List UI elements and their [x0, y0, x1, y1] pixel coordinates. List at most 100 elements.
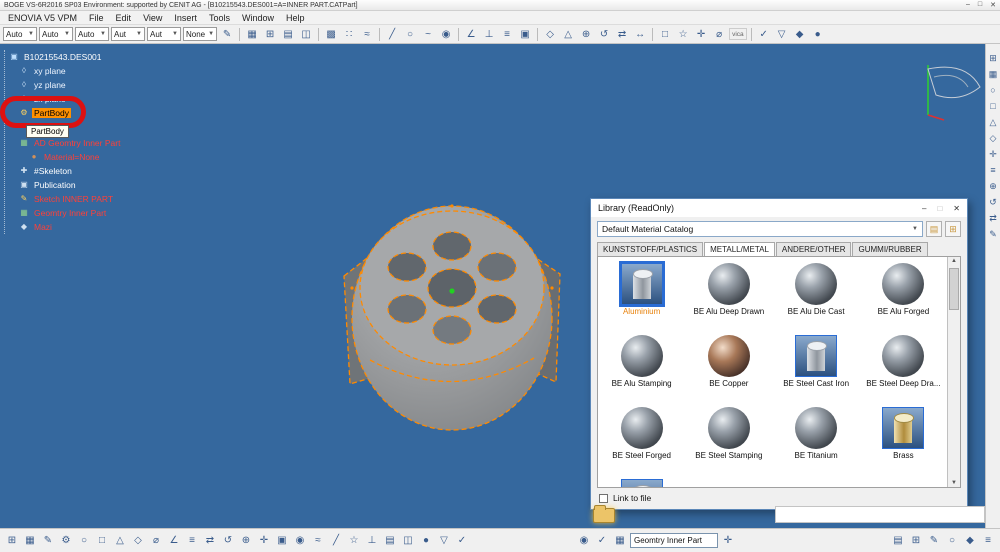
statusbar-icon[interactable]: ◆ [962, 533, 978, 549]
toolbar-icon[interactable]: ~ [420, 26, 436, 42]
statusbar-icon[interactable]: ✛ [256, 533, 272, 549]
tab[interactable]: METALL/METAL [704, 242, 775, 256]
menu-item[interactable]: View [137, 13, 168, 23]
menu-item[interactable]: Window [236, 13, 280, 23]
menu-item[interactable]: Edit [110, 13, 138, 23]
dialog-maximize-button[interactable]: □ [937, 204, 942, 213]
tree-item[interactable]: ◆ Mazi [19, 220, 122, 234]
toolbar-icon[interactable]: | [239, 27, 241, 41]
toolbar-icon[interactable]: ▤ [280, 26, 296, 42]
toolbar-icon[interactable]: ✛ [989, 150, 997, 159]
tab[interactable]: GUMMI/RUBBER [852, 242, 928, 256]
statusbar-icon[interactable]: ⊥ [364, 533, 380, 549]
toolbar-icon[interactable]: ◉ [438, 26, 454, 42]
toolbar-icon[interactable]: ✎ [989, 230, 997, 239]
link-to-file-checkbox[interactable] [599, 493, 608, 503]
statusbar-icon[interactable]: ○ [944, 533, 960, 549]
toolbar-icon[interactable]: ↺ [596, 26, 612, 42]
statusbar-icon[interactable]: ◇ [130, 533, 146, 549]
toolbar-icon[interactable]: ◆ [792, 26, 808, 42]
menu-item[interactable]: Tools [203, 13, 236, 23]
toolbar-icon[interactable]: □ [657, 26, 673, 42]
toolbar-icon[interactable]: | [652, 27, 654, 41]
dialog-minimize-button[interactable]: – [922, 204, 926, 213]
folder-icon[interactable] [593, 505, 615, 523]
toolbar-icon[interactable]: ∷ [341, 26, 357, 42]
toolbar-icon[interactable]: ○ [990, 86, 995, 95]
toolbar-select[interactable]: None ▼ [183, 27, 218, 41]
toolbar-icon[interactable]: ≡ [990, 166, 995, 175]
window-close-button[interactable]: ✕ [990, 1, 996, 9]
tree-item[interactable]: ● Material=None [29, 150, 122, 164]
statusbar-icon[interactable]: ↺ [220, 533, 236, 549]
statusbar-icon[interactable]: ✓ [454, 533, 470, 549]
material-item[interactable]: BE Steel Forged [598, 407, 685, 473]
toolbar-icon[interactable]: ▣ [517, 26, 533, 42]
tab[interactable]: KUNSTSTOFF/PLASTICS [597, 242, 704, 256]
tree-item[interactable]: ▦ Geomtry Inner Part [19, 206, 122, 220]
material-item[interactable]: Aluminium [598, 261, 685, 329]
statusbar-icon[interactable]: ⇄ [202, 533, 218, 549]
statusbar-icon[interactable]: ▽ [436, 533, 452, 549]
toolbar-icon[interactable]: ↺ [989, 198, 997, 207]
part-3d-model[interactable] [340, 188, 562, 436]
dialog-titlebar[interactable]: Library (ReadOnly) – □ ✕ [591, 199, 967, 217]
statusbar-icon[interactable]: □ [94, 533, 110, 549]
toolbar-icon[interactable]: ≡ [499, 26, 515, 42]
statusbar-icon[interactable]: ⚙ [58, 533, 74, 549]
toolbar-icon[interactable]: vica [729, 28, 747, 40]
toolbar-icon[interactable]: ⊕ [989, 182, 997, 191]
statusbar-icon[interactable]: ⊞ [4, 533, 20, 549]
tree-item[interactable]: ◊ yz plane [19, 78, 122, 92]
material-item[interactable]: BE Alu Forged [860, 263, 947, 329]
toolbar-icon[interactable]: ✎ [219, 26, 235, 42]
tree-item[interactable]: ◊ zx plane [19, 92, 122, 106]
toolbar-select[interactable]: Auto ▼ [75, 27, 109, 41]
toolbar-icon[interactable]: ⊞ [989, 54, 997, 63]
toolbar-icon[interactable]: △ [990, 118, 997, 127]
window-maximize-button[interactable]: □ [978, 1, 982, 9]
statusbar-icon[interactable]: ◉ [292, 533, 308, 549]
tab[interactable]: ANDERE/OTHER [775, 242, 852, 256]
statusbar-icon[interactable]: ✎ [926, 533, 942, 549]
toolbar-select[interactable]: Aut ▼ [111, 27, 145, 41]
statusbar-icon[interactable]: ╱ [328, 533, 344, 549]
material-item[interactable]: BE Alu Deep Drawn [685, 263, 772, 329]
statusbar-icon[interactable]: ◫ [400, 533, 416, 549]
toolbar-icon[interactable]: ◇ [990, 134, 997, 143]
tree-item[interactable]: ✚ #Skeleton [19, 164, 122, 178]
statusbar-icon[interactable]: ◉ [576, 533, 592, 549]
material-item[interactable]: BE Copper [685, 335, 772, 401]
statusbar-icon[interactable]: ✎ [40, 533, 56, 549]
toolbar-icon[interactable]: ∠ [463, 26, 479, 42]
toolbar-icon[interactable]: ● [810, 26, 826, 42]
statusbar-icon[interactable]: ≡ [980, 533, 996, 549]
toolbar-icon[interactable]: ✓ [756, 26, 772, 42]
material-item[interactable]: BE Steel Stamping [685, 407, 772, 473]
scroll-down-icon[interactable]: ▼ [951, 480, 957, 486]
toolbar-icon[interactable]: | [537, 27, 539, 41]
window-minimize-button[interactable]: – [966, 1, 970, 9]
statusbar-icon[interactable]: ☆ [346, 533, 362, 549]
vertical-scrollbar[interactable]: ▲ ▼ [947, 257, 960, 487]
statusbar-icon[interactable]: ≈ [310, 533, 326, 549]
statusbar-icon[interactable]: ▤ [382, 533, 398, 549]
toolbar-icon[interactable]: ◫ [298, 26, 314, 42]
menu-item[interactable]: Help [280, 13, 311, 23]
toolbar-icon[interactable]: ◇ [542, 26, 558, 42]
tree-item[interactable]: ◊ xy plane [19, 64, 122, 78]
statusbar-icon[interactable]: ○ [76, 533, 92, 549]
toolbar-select[interactable]: Aut ▼ [147, 27, 181, 41]
statusbar-icon[interactable]: ≡ [184, 533, 200, 549]
tree-item[interactable]: ▣ B10215543.DES001 [9, 50, 122, 64]
material-item[interactable]: Brass [860, 407, 947, 473]
toolbar-icon[interactable]: ⊥ [481, 26, 497, 42]
toolbar-icon[interactable]: ✛ [693, 26, 709, 42]
open-catalog-icon[interactable]: ▤ [926, 221, 942, 237]
catalog-select[interactable]: Default Material Catalog ▼ [597, 221, 923, 237]
toolbar-icon[interactable]: | [750, 27, 752, 41]
toolbar-icon[interactable]: ▦ [989, 70, 998, 79]
toolbar-icon[interactable]: ○ [402, 26, 418, 42]
toolbar-icon[interactable]: ⇄ [614, 26, 630, 42]
statusbar-icon[interactable]: ⊕ [238, 533, 254, 549]
